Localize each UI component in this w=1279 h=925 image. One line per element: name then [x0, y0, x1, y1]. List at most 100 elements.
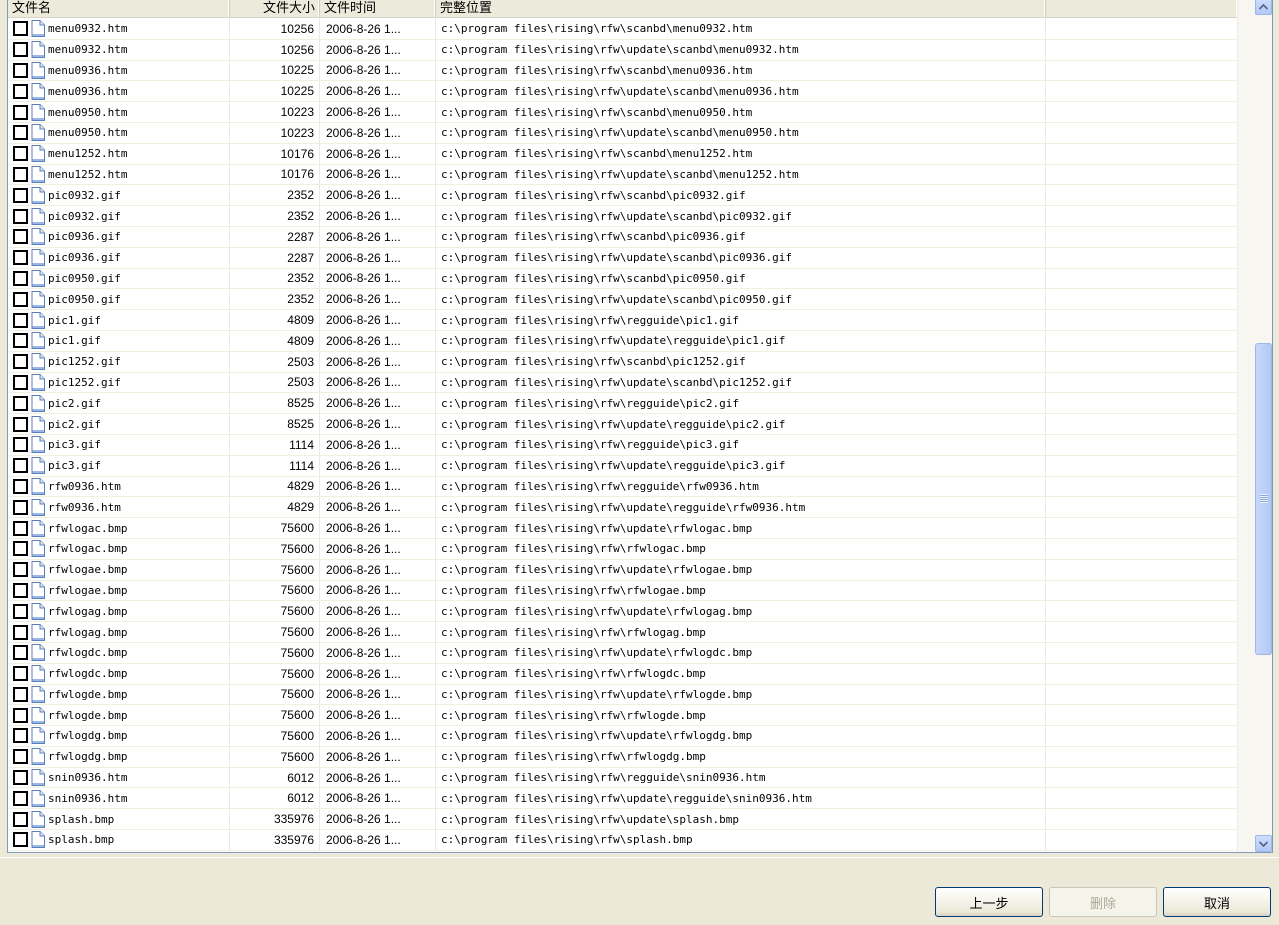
- row-checkbox[interactable]: [13, 270, 28, 286]
- table-row[interactable]: splash.bmp 335976 2006-8-26 1... c:\program…: [8, 830, 1238, 851]
- row-checkbox[interactable]: [13, 520, 28, 536]
- table-row[interactable]: menu0936.htm 10225 2006-8-26 1... c:\progra…: [8, 60, 1238, 82]
- table-row[interactable]: menu0932.htm 10256 2006-8-26 1... c:\progra…: [8, 39, 1238, 61]
- table-row[interactable]: rfwlogae.bmp 75600 2006-8-26 1... c:\progra…: [8, 580, 1238, 602]
- row-checkbox[interactable]: [13, 312, 28, 328]
- row-checkbox[interactable]: [13, 208, 28, 224]
- row-checkbox[interactable]: [13, 562, 28, 578]
- table-row[interactable]: pic0932.gif 2352 2006-8-26 1... c:\program …: [8, 206, 1238, 227]
- file-name: pic3.gif: [48, 438, 101, 452]
- table-row[interactable]: pic1.gif 4809 2006-8-26 1... c:\program fil…: [8, 330, 1238, 352]
- row-checkbox[interactable]: [13, 645, 28, 661]
- row-checkbox[interactable]: [13, 603, 28, 619]
- table-row[interactable]: menu0932.htm 10256 2006-8-26 1... c:\progra…: [8, 19, 1238, 40]
- row-checkbox[interactable]: [13, 83, 28, 99]
- scrollbar-thumb[interactable]: [1255, 343, 1272, 655]
- column-header-path[interactable]: 完整位置: [436, 0, 1046, 17]
- row-checkbox[interactable]: [13, 146, 28, 162]
- row-checkbox[interactable]: [13, 104, 28, 120]
- vertical-scrollbar[interactable]: [1237, 0, 1272, 852]
- table-row[interactable]: rfwlogdg.bmp 75600 2006-8-26 1... c:\progra…: [8, 726, 1238, 747]
- file-icon: [31, 519, 45, 537]
- column-header-size[interactable]: 文件大小: [230, 0, 320, 17]
- row-checkbox[interactable]: [13, 749, 28, 765]
- table-row[interactable]: rfwlogac.bmp 75600 2006-8-26 1... c:\progra…: [8, 518, 1238, 539]
- row-checkbox[interactable]: [13, 374, 28, 390]
- row-checkbox[interactable]: [13, 728, 28, 744]
- table-row[interactable]: rfwlogdg.bmp 75600 2006-8-26 1... c:\progra…: [8, 746, 1238, 768]
- table-row[interactable]: pic0936.gif 2287 2006-8-26 1... c:\program …: [8, 247, 1238, 269]
- row-checkbox[interactable]: [13, 125, 28, 141]
- table-row[interactable]: rfwlogae.bmp 75600 2006-8-26 1... c:\progra…: [8, 559, 1238, 581]
- table-row[interactable]: pic1252.gif 2503 2006-8-26 1... c:\program …: [8, 351, 1238, 373]
- row-checkbox[interactable]: [13, 770, 28, 786]
- table-row[interactable]: pic0932.gif 2352 2006-8-26 1... c:\program …: [8, 185, 1238, 207]
- column-header-time[interactable]: 文件时间: [320, 0, 436, 17]
- row-checkbox[interactable]: [13, 832, 28, 848]
- table-row[interactable]: rfwlogac.bmp 75600 2006-8-26 1... c:\progra…: [8, 538, 1238, 560]
- table-row[interactable]: pic0950.gif 2352 2006-8-26 1... c:\program …: [8, 268, 1238, 290]
- table-row[interactable]: rfwlogde.bmp 75600 2006-8-26 1... c:\progra…: [8, 684, 1238, 706]
- row-checkbox[interactable]: [13, 291, 28, 307]
- row-checkbox[interactable]: [13, 499, 28, 515]
- file-name: pic3.gif: [48, 459, 101, 473]
- row-checkbox[interactable]: [13, 21, 28, 37]
- row-checkbox[interactable]: [13, 62, 28, 78]
- row-checkbox[interactable]: [13, 666, 28, 682]
- scroll-up-arrow-icon[interactable]: [1255, 0, 1272, 15]
- table-row[interactable]: menu0936.htm 10225 2006-8-26 1... c:\progra…: [8, 81, 1238, 103]
- table-row[interactable]: menu0950.htm 10223 2006-8-26 1... c:\progra…: [8, 122, 1238, 144]
- scroll-down-arrow-icon[interactable]: [1255, 835, 1272, 852]
- table-row[interactable]: pic3.gif 1114 2006-8-26 1... c:\program fil…: [8, 434, 1238, 456]
- table-row[interactable]: pic2.gif 8525 2006-8-26 1... c:\program fil…: [8, 393, 1238, 415]
- column-header-name[interactable]: 文件名: [8, 0, 230, 17]
- table-row[interactable]: rfwlogag.bmp 75600 2006-8-26 1... c:\progra…: [8, 622, 1238, 643]
- table-row[interactable]: rfw0936.htm 4829 2006-8-26 1... c:\program …: [8, 476, 1238, 498]
- row-checkbox[interactable]: [13, 790, 28, 806]
- row-checkbox[interactable]: [13, 354, 28, 370]
- table-row[interactable]: snin0936.htm 6012 2006-8-26 1... c:\program…: [8, 788, 1238, 810]
- delete-button[interactable]: 删除: [1049, 887, 1157, 917]
- row-checkbox[interactable]: [13, 395, 28, 411]
- cell-extra: [1046, 269, 1238, 289]
- table-row[interactable]: pic0950.gif 2352 2006-8-26 1... c:\program …: [8, 289, 1238, 311]
- row-checkbox[interactable]: [13, 458, 28, 474]
- table-row[interactable]: rfwlogde.bmp 75600 2006-8-26 1... c:\progra…: [8, 705, 1238, 727]
- row-checkbox[interactable]: [13, 624, 28, 640]
- cancel-button[interactable]: 取消: [1163, 887, 1271, 917]
- table-row[interactable]: menu1252.htm 10176 2006-8-26 1... c:\progra…: [8, 164, 1238, 186]
- cell-time: 2006-8-26 1...: [320, 143, 436, 164]
- row-checkbox[interactable]: [13, 478, 28, 494]
- row-checkbox[interactable]: [13, 166, 28, 182]
- row-checkbox[interactable]: [13, 416, 28, 432]
- row-checkbox[interactable]: [13, 42, 28, 58]
- table-row[interactable]: pic2.gif 8525 2006-8-26 1... c:\program fil…: [8, 414, 1238, 435]
- cell-name: rfwlogdg.bmp: [8, 746, 230, 767]
- table-row[interactable]: rfwlogag.bmp 75600 2006-8-26 1... c:\progra…: [8, 601, 1238, 623]
- row-checkbox[interactable]: [13, 582, 28, 598]
- row-checkbox[interactable]: [13, 437, 28, 453]
- file-list-view[interactable]: 文件名 文件大小 文件时间 完整位置 menu0932.htm 10256 2006…: [7, 0, 1273, 853]
- table-row[interactable]: pic1.gif 4809 2006-8-26 1... c:\program fil…: [8, 310, 1238, 331]
- row-checkbox[interactable]: [13, 707, 28, 723]
- back-button[interactable]: 上一步: [935, 887, 1043, 917]
- table-row[interactable]: pic3.gif 1114 2006-8-26 1... c:\program fil…: [8, 455, 1238, 477]
- table-row[interactable]: snin0936.htm 6012 2006-8-26 1... c:\program…: [8, 767, 1238, 789]
- row-checkbox[interactable]: [13, 541, 28, 557]
- row-checkbox[interactable]: [13, 250, 28, 266]
- table-row[interactable]: menu0950.htm 10223 2006-8-26 1... c:\progra…: [8, 102, 1238, 123]
- row-checkbox[interactable]: [13, 187, 28, 203]
- row-checkbox[interactable]: [13, 333, 28, 349]
- table-row[interactable]: splash.bmp 335976 2006-8-26 1... c:\program…: [8, 809, 1238, 831]
- row-checkbox[interactable]: [13, 686, 28, 702]
- table-row[interactable]: pic1252.gif 2503 2006-8-26 1... c:\program …: [8, 372, 1238, 394]
- cell-path: c:\program files\rising\rfw\update\reggu…: [436, 414, 1046, 434]
- column-header-extra[interactable]: [1046, 0, 1238, 17]
- table-row[interactable]: rfw0936.htm 4829 2006-8-26 1... c:\program …: [8, 497, 1238, 519]
- table-row[interactable]: menu1252.htm 10176 2006-8-26 1... c:\progra…: [8, 143, 1238, 165]
- row-checkbox[interactable]: [13, 811, 28, 827]
- table-row[interactable]: rfwlogdc.bmp 75600 2006-8-26 1... c:\progra…: [8, 663, 1238, 685]
- table-row[interactable]: pic0936.gif 2287 2006-8-26 1... c:\program …: [8, 226, 1238, 248]
- row-checkbox[interactable]: [13, 229, 28, 245]
- table-row[interactable]: rfwlogdc.bmp 75600 2006-8-26 1... c:\progra…: [8, 642, 1238, 664]
